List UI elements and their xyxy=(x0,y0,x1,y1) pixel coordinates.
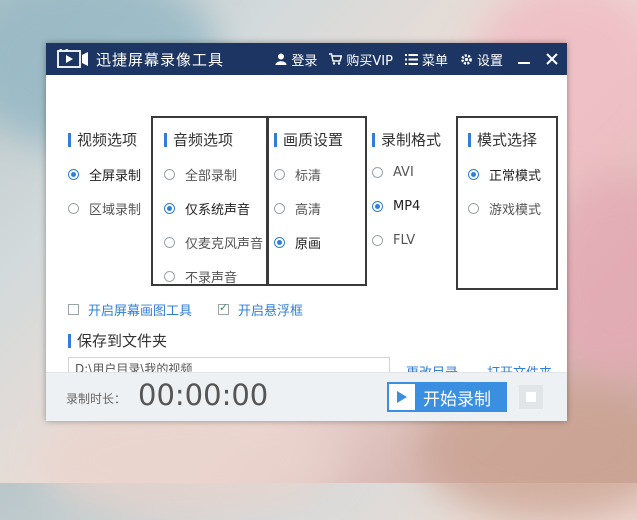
gear-icon xyxy=(461,53,472,65)
radio-icon xyxy=(372,235,383,246)
start-recording-button[interactable]: 开始录制 xyxy=(387,382,507,412)
radio-icon xyxy=(68,203,79,214)
mode-option-normal[interactable]: 正常模式 xyxy=(468,165,541,184)
radio-icon xyxy=(372,201,383,212)
video-option-region[interactable]: 区域录制 xyxy=(68,199,141,218)
audio-option-all[interactable]: 全部录制 xyxy=(164,165,237,184)
floating-window-checkbox[interactable]: 开启悬浮框 xyxy=(218,300,303,319)
stop-button[interactable] xyxy=(519,385,543,409)
mode-option-game[interactable]: 游戏模式 xyxy=(468,199,541,218)
radio-icon xyxy=(274,237,285,248)
menu-button[interactable]: 菜单 xyxy=(404,50,448,69)
buy-vip-label: 购买VIP xyxy=(346,53,393,69)
audio-options-heading: 音频选项 xyxy=(164,129,233,150)
radio-icon xyxy=(468,169,479,180)
quality-settings-heading: 画质设置 xyxy=(274,129,343,150)
audio-option-mic[interactable]: 仅麦克风声音 xyxy=(164,233,266,252)
minimize-icon xyxy=(518,62,530,64)
quality-option-sd[interactable]: 标清 xyxy=(274,165,321,184)
menu-label: 菜单 xyxy=(421,53,448,69)
duration-label: 录制时长： xyxy=(66,392,127,406)
play-icon xyxy=(389,384,415,410)
buy-vip-button[interactable]: 购买VIP xyxy=(329,50,393,69)
start-recording-label: 开始录制 xyxy=(423,389,491,410)
duration-display: 00:00:00 xyxy=(138,378,269,412)
radio-icon xyxy=(468,203,479,214)
app-logo-icon xyxy=(56,48,90,70)
format-option-avi[interactable]: AVI xyxy=(372,165,414,180)
settings-button[interactable]: 设置 xyxy=(460,50,503,69)
video-option-fullscreen[interactable]: 全屏录制 xyxy=(68,165,141,184)
radio-icon xyxy=(164,169,175,180)
quality-option-original[interactable]: 原画 xyxy=(274,233,321,252)
radio-icon xyxy=(372,167,383,178)
format-option-flv[interactable]: FLV xyxy=(372,233,415,248)
radio-icon xyxy=(164,271,175,282)
mode-heading: 模式选择 xyxy=(468,129,537,150)
quality-option-hd[interactable]: 高清 xyxy=(274,199,321,218)
radio-icon xyxy=(68,169,79,180)
cart-icon xyxy=(329,53,343,65)
format-heading: 录制格式 xyxy=(372,129,441,150)
app-title: 迅捷屏幕录像工具 xyxy=(96,50,225,69)
minimize-button[interactable] xyxy=(517,52,531,66)
format-option-mp4[interactable]: MP4 xyxy=(372,199,420,214)
login-button[interactable]: 登录 xyxy=(275,50,317,69)
checkbox-checked-icon xyxy=(218,301,229,315)
close-icon xyxy=(546,53,558,65)
stop-icon xyxy=(526,392,536,402)
footer-bar: 录制时长： 00:00:00 开始录制 xyxy=(46,372,567,421)
close-button[interactable] xyxy=(545,52,559,66)
options-panel: 视频选项 全屏录制 区域录制 音频选项 全部录制 仅系统声音 仅麦克风声音 不录… xyxy=(46,75,567,381)
settings-label: 设置 xyxy=(476,53,503,69)
video-options-heading: 视频选项 xyxy=(68,129,137,150)
radio-icon xyxy=(164,203,175,214)
audio-option-system[interactable]: 仅系统声音 xyxy=(164,199,250,218)
audio-option-none[interactable]: 不录声音 xyxy=(164,267,237,286)
login-label: 登录 xyxy=(291,53,318,69)
save-folder-heading: 保存到文件夹 xyxy=(68,330,167,351)
app-window: 迅捷屏幕录像工具 登录 购买VIP 菜单 设置 视频选项 全屏录制 区域录制 音… xyxy=(46,43,567,421)
menu-list-icon xyxy=(404,53,418,65)
title-bar: 迅捷屏幕录像工具 登录 购买VIP 菜单 设置 xyxy=(46,43,567,75)
drawing-tool-checkbox[interactable]: 开启屏幕画图工具 xyxy=(68,300,192,319)
radio-icon xyxy=(274,203,285,214)
radio-icon xyxy=(274,169,285,180)
radio-icon xyxy=(164,237,175,248)
user-icon xyxy=(275,53,287,65)
checkbox-icon xyxy=(68,304,79,315)
